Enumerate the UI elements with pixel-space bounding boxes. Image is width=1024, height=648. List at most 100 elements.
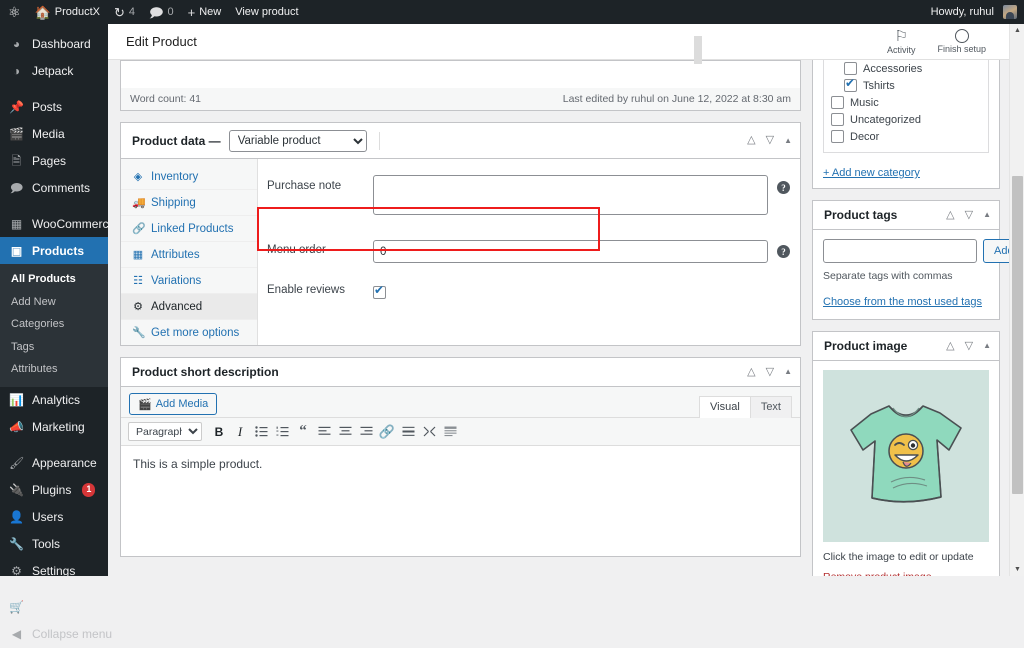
align-left-icon[interactable] — [315, 423, 333, 441]
submenu-item-tags[interactable]: Tags — [0, 336, 108, 359]
sidebar-item-analytics[interactable]: 📊 Analytics — [0, 387, 108, 414]
paragraph-format-select[interactable]: Paragraph — [128, 422, 202, 441]
move-down-icon[interactable]: ▽ — [965, 209, 973, 221]
italic-icon[interactable]: I — [231, 423, 249, 441]
toggle-panel-icon[interactable]: ▲ — [784, 136, 792, 145]
sidebar-item-tools[interactable]: 🔧 Tools — [0, 531, 108, 558]
category-row[interactable]: Uncategorized — [831, 111, 981, 128]
move-down-icon[interactable]: ▽ — [766, 135, 774, 146]
toolbar-toggle-icon[interactable] — [441, 423, 459, 441]
sidebar-item-label: Appearance — [32, 456, 97, 470]
category-checkbox[interactable] — [831, 130, 844, 143]
product-type-select[interactable]: Variable product — [228, 129, 367, 152]
editor-content-area[interactable]: This is a simple product. — [121, 446, 800, 556]
category-checkbox[interactable] — [844, 62, 857, 75]
scroll-up-arrow-icon[interactable]: ▲ — [1010, 27, 1024, 34]
page-scrollbar[interactable]: ▲ ▼ — [1009, 24, 1024, 576]
menu-order-input[interactable] — [373, 240, 768, 263]
align-right-icon[interactable] — [357, 423, 375, 441]
blockquote-icon[interactable]: “ — [294, 423, 312, 441]
tag-input[interactable] — [823, 239, 977, 263]
tab-text[interactable]: Text — [749, 396, 792, 418]
category-row[interactable]: Accessories — [831, 60, 981, 77]
numbered-list-icon[interactable] — [273, 423, 291, 441]
finish-setup-button[interactable]: Finish setup — [937, 28, 986, 55]
category-checkbox[interactable] — [831, 113, 844, 126]
move-up-icon[interactable]: △ — [946, 209, 954, 221]
sidebar-item-posts[interactable]: 📌 Posts — [0, 93, 108, 120]
view-product-link[interactable]: View product — [228, 0, 305, 24]
tab-advanced[interactable]: ⚙ Advanced — [121, 294, 257, 320]
tab-linked-products[interactable]: 🔗 Linked Products — [121, 216, 257, 242]
tab-inventory[interactable]: ◈ Inventory — [121, 164, 257, 190]
add-media-button[interactable]: 🎬 Add Media — [129, 393, 218, 415]
toggle-panel-icon[interactable]: ▲ — [983, 342, 991, 350]
enable-reviews-checkbox[interactable] — [373, 284, 386, 299]
category-row[interactable]: Tshirts — [831, 77, 981, 94]
sidebar-item-pages[interactable]: 🗎 Pages — [0, 147, 108, 174]
sidebar-item-plugins[interactable]: 🔌 Plugins 1 — [0, 477, 108, 504]
move-down-icon[interactable]: ▽ — [965, 340, 973, 352]
add-new-category-link[interactable]: + Add new category — [823, 167, 920, 179]
read-more-icon[interactable] — [399, 423, 417, 441]
move-down-icon[interactable]: ▽ — [766, 366, 774, 378]
help-question-icon[interactable]: ? — [777, 181, 790, 194]
activity-button[interactable]: ⚐ Activity — [887, 29, 916, 55]
sidebar-item-dashboard[interactable]: ◕ Dashboard — [0, 30, 108, 57]
scrollbar-thumb[interactable] — [1012, 176, 1023, 494]
sidebar-item-label: Jetpack — [32, 63, 74, 78]
submenu-item-categories[interactable]: Categories — [0, 313, 108, 336]
sidebar-item-settings[interactable]: ⚙ Settings — [0, 558, 108, 585]
bold-icon[interactable]: B — [210, 423, 228, 441]
sidebar-separator — [0, 585, 108, 594]
toggle-panel-icon[interactable]: ▲ — [784, 368, 792, 376]
woocommerce-header: Edit Product ⚐ Activity Finish setup — [108, 24, 1024, 60]
fullscreen-icon[interactable] — [420, 423, 438, 441]
move-up-icon[interactable]: △ — [747, 366, 755, 378]
sidebar-item-comments[interactable]: 🗩 Comments — [0, 174, 108, 201]
site-name-menu[interactable]: 🏠 ProductX — [28, 0, 107, 24]
submenu-item-attributes[interactable]: Attributes — [0, 358, 108, 381]
inner-scrollbar-segment[interactable] — [694, 36, 702, 64]
remove-product-image-link[interactable]: Remove product image — [813, 563, 942, 576]
megaphone-icon: 📣 — [9, 420, 24, 434]
category-row[interactable]: Decor — [831, 128, 981, 145]
purchase-note-textarea[interactable] — [373, 175, 768, 215]
bulleted-list-icon[interactable] — [252, 423, 270, 441]
sidebar-collapse-menu[interactable]: ◀ Collapse menu — [0, 621, 112, 648]
submenu-item-add-new[interactable]: Add New — [0, 291, 108, 314]
tab-get-more-options[interactable]: 🔧 Get more options — [121, 320, 257, 345]
category-label: Accessories — [863, 62, 923, 75]
updates-menu[interactable]: ↻ 4 — [107, 0, 142, 24]
submenu-item-all-products[interactable]: All Products — [0, 268, 108, 291]
sidebar-item-jetpack[interactable]: ◑ Jetpack — [0, 57, 108, 84]
account-menu[interactable]: Howdy, ruhul — [924, 0, 1024, 24]
toggle-panel-icon[interactable]: ▲ — [983, 211, 991, 219]
tab-variations[interactable]: ☷ Variations — [121, 268, 257, 294]
category-checkbox[interactable] — [831, 96, 844, 109]
tab-visual[interactable]: Visual — [699, 396, 751, 418]
move-up-icon[interactable]: △ — [946, 340, 954, 352]
sidebar-item-label: Dashboard — [32, 36, 91, 51]
sidebar-item-appearance[interactable]: 🖌 Appearance — [0, 450, 108, 477]
comments-menu[interactable]: 🗩 0 — [142, 0, 181, 24]
align-center-icon[interactable] — [336, 423, 354, 441]
move-up-icon[interactable]: △ — [747, 135, 755, 146]
sidebar-item-woocommerce[interactable]: ▦ WooCommerce — [0, 210, 115, 237]
category-checkbox[interactable] — [844, 77, 857, 92]
most-used-tags-link[interactable]: Choose from the most used tags — [823, 296, 982, 308]
tab-attributes[interactable]: ▦ Attributes — [121, 242, 257, 268]
product-image-thumbnail[interactable] — [823, 370, 989, 542]
sidebar-item-productx[interactable]: 🛒 ProductX — [0, 594, 108, 621]
sidebar-item-media[interactable]: 🎬 Media — [0, 120, 108, 147]
sidebar-item-users[interactable]: 👤 Users — [0, 504, 108, 531]
insert-link-icon[interactable]: 🔗 — [378, 423, 396, 441]
new-content-menu[interactable]: + New — [181, 0, 229, 24]
wordpress-logo-icon[interactable]: ⚛ — [0, 0, 28, 24]
tab-shipping[interactable]: 🚚 Shipping — [121, 190, 257, 216]
category-row[interactable]: Music — [831, 94, 981, 111]
sidebar-item-marketing[interactable]: 📣 Marketing — [0, 414, 108, 441]
help-question-icon[interactable]: ? — [777, 245, 790, 258]
sidebar-item-products[interactable]: ▣ Products — [0, 237, 108, 264]
scroll-down-arrow-icon[interactable]: ▼ — [1010, 566, 1024, 573]
